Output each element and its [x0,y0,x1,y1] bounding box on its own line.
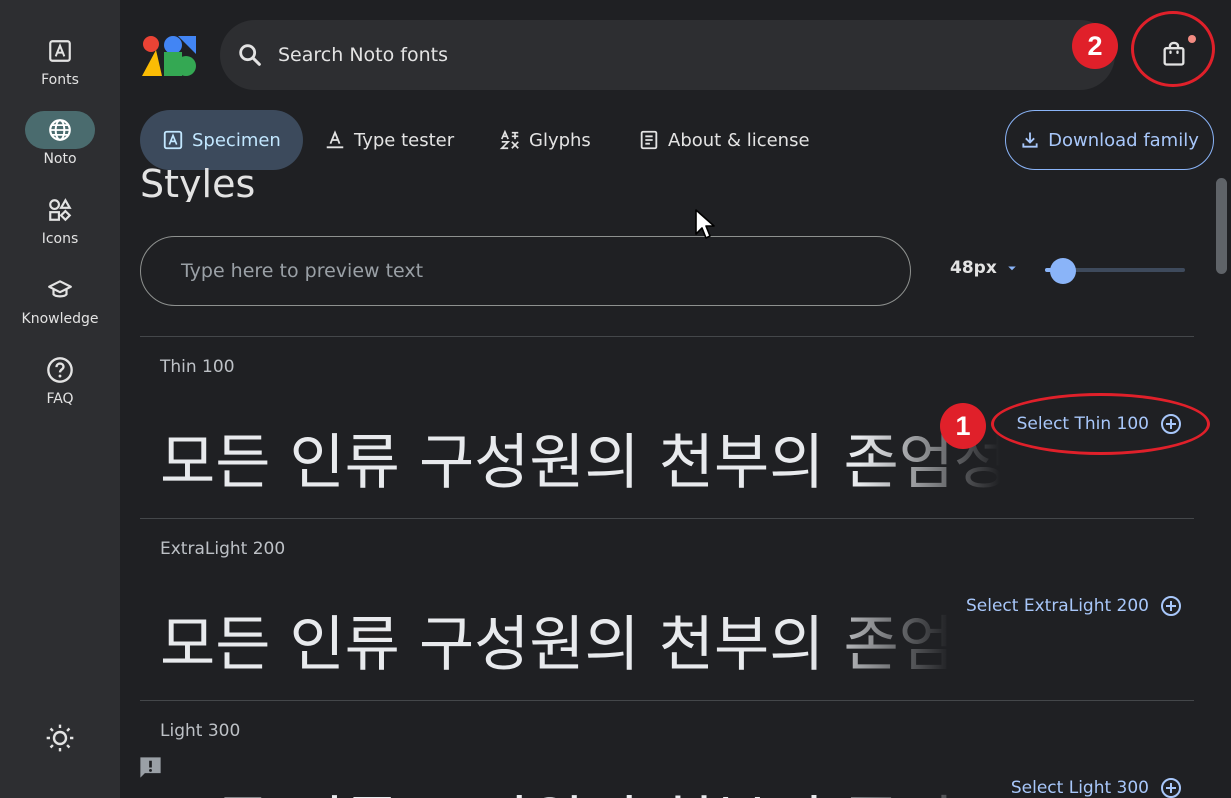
help-icon [25,351,95,389]
add-circle-icon [1161,596,1181,616]
type-tester-icon [326,130,344,149]
tab-label: About & license [668,129,810,151]
mouse-cursor-icon [695,209,715,239]
rail-label: Noto [43,151,77,167]
rail-item-icons[interactable]: Icons [0,191,120,247]
annotation-ring [991,393,1210,455]
style-name: Thin 100 [160,357,235,377]
row-divider [140,336,1194,337]
add-circle-icon [1161,778,1181,798]
annotation-ring [1131,11,1215,87]
download-family-label: Download family [1048,129,1199,151]
style-name: Light 300 [160,721,241,741]
rail-label: Fonts [41,72,79,88]
select-style-label: Select ExtraLight 200 [966,596,1149,616]
style-name: ExtraLight 200 [160,539,286,559]
rail-item-fonts[interactable]: Fonts [0,32,120,88]
select-light-300-button[interactable]: Select Light 300 [1011,776,1183,798]
scrollbar-thumb[interactable] [1216,178,1227,274]
section-heading: Styles [140,158,255,202]
tab-label: Type tester [354,129,455,151]
download-family-button[interactable]: Download family [1005,110,1214,170]
style-sample-text: 모든 인류 구성원의 천부의 존엄성과 [160,776,980,798]
rail-label: Icons [41,231,79,247]
noto-logo[interactable] [142,34,196,76]
font-size-value: 48px [950,258,997,278]
feedback-icon[interactable] [137,754,164,781]
tab-about-license[interactable]: About & license [638,110,810,170]
section-heading-text: Styles [140,162,256,202]
navigation-rail: Fonts Noto Icons Knowledge FAQ [0,0,120,798]
rail-label: FAQ [46,391,74,407]
annotation-marker: 2 [1072,23,1118,69]
font-size-slider-thumb[interactable] [1050,258,1076,284]
tab-label: Glyphs [529,129,591,151]
tab-label: Specimen [192,129,281,151]
row-divider [140,700,1194,701]
rail-item-noto[interactable]: Noto [0,111,120,167]
font-icon [163,130,183,150]
rail-item-knowledge[interactable]: Knowledge [0,271,120,327]
font-icon [25,32,95,70]
select-extralight-200-button[interactable]: Select ExtraLight 200 [966,594,1183,618]
article-icon [640,130,658,150]
download-icon [1022,132,1038,148]
dropdown-arrow-icon [1008,266,1016,271]
rail-item-faq[interactable]: FAQ [0,351,120,407]
style-sample-text: 모든 인류 구성원의 천부의 존엄성과 [160,596,950,676]
school-icon [25,271,95,309]
glyphs-icon [499,129,519,150]
style-sample-text: 모든 인류 구성원의 천부의 존엄성과 [160,414,1000,494]
search-input[interactable]: Search Noto fonts [278,44,448,66]
globe-icon [25,111,95,149]
brightness-icon[interactable] [44,722,76,754]
row-divider [140,518,1194,519]
font-size-select[interactable]: 48px [950,258,1021,278]
annotation-marker: 1 [940,403,986,449]
preview-text-input[interactable]: Type here to preview text [140,236,911,306]
rail-label: Knowledge [21,311,99,327]
search-icon [239,44,261,66]
search-bar[interactable]: Search Noto fonts [220,20,1115,90]
tab-glyphs[interactable]: Glyphs [499,110,591,170]
shapes-icon [25,191,95,229]
tab-type-tester[interactable]: Type tester [324,110,454,170]
select-style-label: Select Light 300 [1010,778,1149,798]
